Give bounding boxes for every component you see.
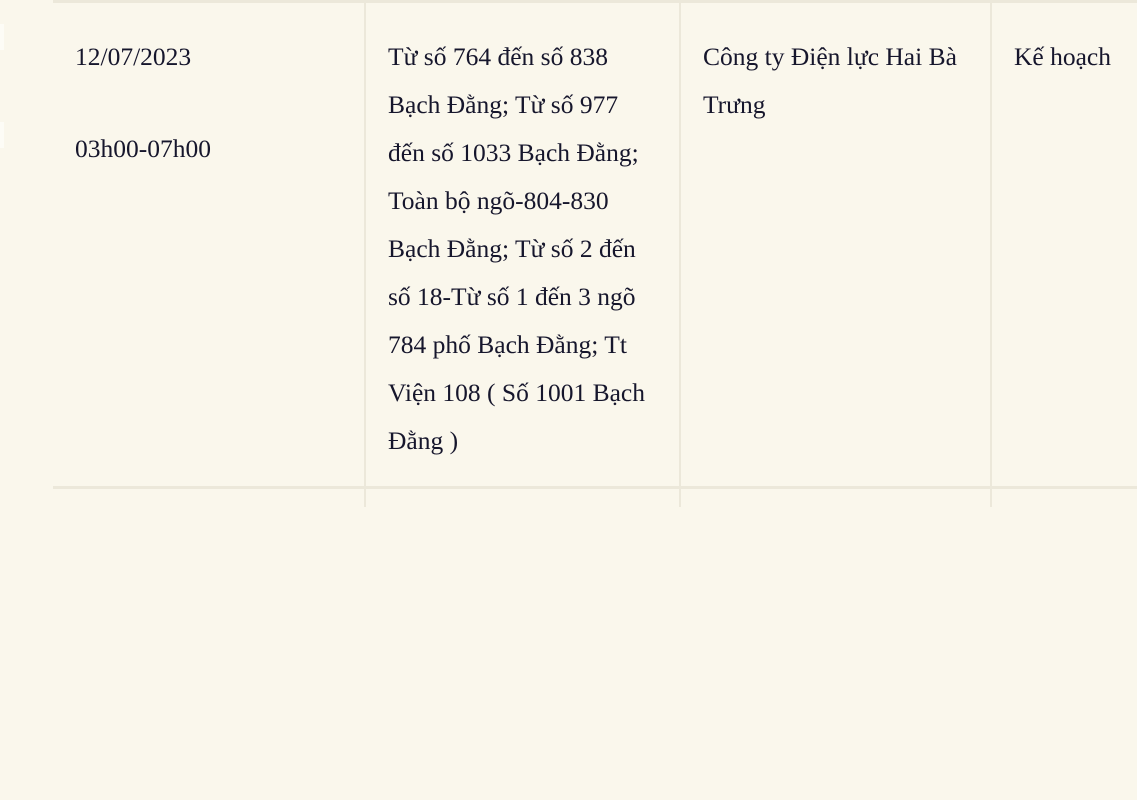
cell-outage-time: 12/07/2023 03h00-07h00 (53, 0, 366, 490)
outage-date: 12/07/2023 (75, 42, 192, 71)
cell-outage-time-next (53, 487, 366, 508)
page-canvas: 12/07/2023 03h00-07h00 Từ số 764 đến số … (0, 0, 1137, 800)
outage-time-range: 03h00-07h00 (75, 133, 211, 163)
cell-electricity-company-next (680, 487, 992, 508)
cell-outage-reason-next (991, 487, 1137, 508)
outage-area-text: Từ số 764 đến số 838 Bạch Đằng; Từ số 97… (388, 42, 645, 455)
left-edge-marker-bottom (0, 122, 4, 148)
outage-reason-text: Kế hoạch (1014, 42, 1111, 71)
table-row: 12/07/2023 03h00-07h00 Từ số 764 đến số … (53, 0, 1137, 490)
cell-outage-reason: Kế hoạch (991, 0, 1137, 490)
cell-outage-area-next (365, 487, 681, 508)
power-outage-schedule-table: 12/07/2023 03h00-07h00 Từ số 764 đến số … (53, 0, 1137, 508)
left-edge-marker-top (0, 24, 4, 50)
table-row-next-partial (53, 487, 1137, 508)
cell-outage-area: Từ số 764 đến số 838 Bạch Đằng; Từ số 97… (365, 0, 681, 490)
cell-electricity-company: Công ty Điện lực Hai Bà Trưng (680, 0, 992, 490)
table-body: 12/07/2023 03h00-07h00 Từ số 764 đến số … (53, 0, 1137, 508)
electricity-company-name: Công ty Điện lực Hai Bà Trưng (703, 42, 957, 119)
